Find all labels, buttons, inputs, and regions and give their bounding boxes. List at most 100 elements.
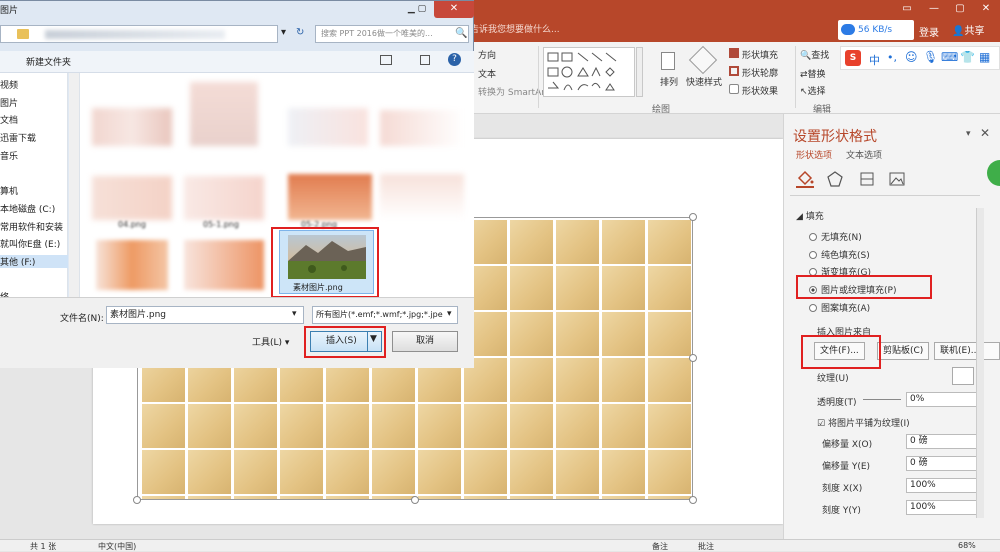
minimize-button[interactable]: — <box>921 0 947 18</box>
scale-y-input[interactable]: 100% <box>906 500 978 515</box>
text-direction-button[interactable]: 方向 <box>478 48 496 61</box>
tile-checkbox[interactable]: ☑ 将图片平铺为纹理(I) <box>817 416 910 429</box>
cancel-button[interactable]: 取消 <box>392 331 458 352</box>
quick-styles-button[interactable]: 快速样式 <box>686 75 722 88</box>
comments-button[interactable]: 批注 <box>698 541 714 552</box>
file-thumbnail[interactable] <box>288 108 368 146</box>
pane-close-icon[interactable]: ✕ <box>980 126 990 140</box>
nav-item[interactable]: 就叫你E盘 (E:) <box>0 237 60 250</box>
size-properties-icon[interactable] <box>858 170 876 188</box>
gallery-scrollbar[interactable] <box>636 47 643 97</box>
help-icon[interactable]: ? <box>448 53 461 66</box>
texture-picker-icon[interactable] <box>952 367 974 385</box>
pane-scrollbar[interactable] <box>976 208 984 518</box>
filename-input[interactable]: 素材图片.png <box>106 306 304 324</box>
filename-dropdown-icon[interactable]: ▾ <box>292 309 297 319</box>
file-thumbnail[interactable] <box>184 176 264 220</box>
filetype-dropdown-icon[interactable]: ▾ <box>447 309 452 319</box>
preview-pane-icon[interactable] <box>420 55 430 65</box>
file-thumbnail[interactable] <box>380 110 464 146</box>
resize-handle[interactable] <box>411 496 419 504</box>
resize-handle[interactable] <box>689 354 697 362</box>
ime-lang[interactable]: 中 <box>869 52 880 68</box>
notes-button[interactable]: 备注 <box>652 541 668 552</box>
maximize-button[interactable]: ▢ <box>947 0 973 18</box>
file-thumbnail[interactable] <box>184 240 264 290</box>
texture-tile <box>510 404 553 448</box>
nav-item[interactable]: 本地磁盘 (C:) <box>0 202 55 215</box>
nav-item[interactable]: 图片 <box>0 96 18 109</box>
login-button[interactable]: 登录 <box>919 24 939 39</box>
smiley-icon[interactable]: ☺ <box>905 50 918 64</box>
ime-logo-icon[interactable]: S <box>845 50 861 66</box>
arrange-button[interactable]: 排列 <box>660 75 678 88</box>
new-folder-button[interactable]: 新建文件夹 <box>26 55 71 68</box>
search-input[interactable]: 搜索 PPT 2016做一个唯美的... <box>315 25 469 43</box>
share-button[interactable]: 👤共享 <box>952 22 984 37</box>
nav-item[interactable]: 文档 <box>0 113 18 126</box>
pane-options-icon[interactable]: ▾ <box>966 129 971 139</box>
nav-item[interactable]: 算机 <box>0 184 18 197</box>
resize-handle[interactable] <box>689 213 697 221</box>
dialog-minmax-buttons[interactable]: ▁ ▢ <box>400 1 434 18</box>
search-icon[interactable]: 🔍 <box>455 28 467 39</box>
transparency-input[interactable]: 0% <box>906 392 978 407</box>
refresh-icon[interactable]: ↻ <box>296 27 304 38</box>
select-button[interactable]: ↖选择 <box>800 84 826 97</box>
radio-solid-fill[interactable]: 纯色填充(S) <box>809 248 870 261</box>
find-button[interactable]: 🔍查找 <box>800 48 829 61</box>
effects-pentagon-icon[interactable] <box>826 170 844 188</box>
file-thumbnail[interactable] <box>92 176 172 220</box>
radio-pattern-fill[interactable]: 图案填充(A) <box>809 301 870 314</box>
replace-button[interactable]: ⇄替换 <box>800 67 826 80</box>
tab-shape-options[interactable]: 形状选项 <box>796 148 832 161</box>
fill-line-icon[interactable] <box>796 170 814 188</box>
shirt-icon[interactable]: 👕 <box>960 50 975 64</box>
shapes-gallery[interactable] <box>543 47 635 97</box>
microphone-icon[interactable]: 🎙 <box>923 50 938 64</box>
nav-item[interactable]: 常用软件和安装 <box>0 220 63 233</box>
file-thumbnail[interactable] <box>96 240 168 290</box>
radio-no-fill[interactable]: 无填充(N) <box>809 230 862 243</box>
clipboard-button[interactable]: 剪贴板(C) <box>877 342 930 360</box>
file-thumbnail[interactable] <box>380 174 464 220</box>
shape-outline-button[interactable]: 形状轮廓 <box>742 66 778 79</box>
tools-button[interactable]: 工具(L) ▾ <box>252 335 289 348</box>
view-options-icon[interactable] <box>380 55 392 65</box>
file-thumbnail[interactable] <box>190 82 258 146</box>
filetype-select[interactable]: 所有图片(*.emf;*.wmf;*.jpg;*.jpe <box>312 306 458 324</box>
language-indicator[interactable]: 中文(中国) <box>98 541 136 552</box>
nav-item[interactable]: 音乐 <box>0 149 18 162</box>
nav-scrollbar[interactable] <box>69 73 80 297</box>
resize-handle[interactable] <box>689 496 697 504</box>
file-name-label[interactable]: 05-1.png <box>203 220 239 229</box>
shape-fill-button[interactable]: 形状填充 <box>742 48 778 61</box>
dropdown-arrow-icon[interactable]: ▾ <box>281 27 286 38</box>
grid-icon[interactable]: ▦ <box>979 50 990 64</box>
nav-item[interactable]: 视频 <box>0 78 18 91</box>
nav-item[interactable]: 迅雷下载 <box>0 131 36 144</box>
online-button[interactable]: 联机(E)... <box>934 342 1000 360</box>
ribbon-display-icon[interactable]: ▭ <box>894 0 920 18</box>
tab-text-options[interactable]: 文本选项 <box>846 148 882 161</box>
keyboard-icon[interactable]: ⌨ <box>941 50 958 64</box>
fill-section-header[interactable]: ◢ 填充 <box>796 209 824 222</box>
zoom-level[interactable]: 68% <box>958 541 976 550</box>
close-button[interactable]: ✕ <box>973 0 999 18</box>
resize-handle[interactable] <box>133 496 141 504</box>
nav-item[interactable]: 其他 (F:) <box>0 255 68 268</box>
transparency-slider[interactable] <box>863 399 901 400</box>
shape-effects-button[interactable]: 形状效果 <box>742 84 778 97</box>
file-thumbnail[interactable] <box>288 174 372 220</box>
file-thumbnail[interactable] <box>92 108 172 146</box>
ime-punct-icon[interactable]: •, <box>887 51 897 64</box>
align-text-button[interactable]: 文本 <box>478 67 496 80</box>
file-name-label[interactable]: 04.png <box>118 220 146 229</box>
offset-y-input[interactable]: 0 磅 <box>906 456 978 471</box>
picture-icon[interactable] <box>888 170 906 188</box>
address-bar[interactable] <box>0 25 278 43</box>
scale-x-input[interactable]: 100% <box>906 478 978 493</box>
tell-me-box[interactable]: 告诉我您想要做什么... <box>470 22 560 35</box>
offset-x-input[interactable]: 0 磅 <box>906 434 978 449</box>
dialog-close-button[interactable]: ✕ <box>434 1 474 18</box>
